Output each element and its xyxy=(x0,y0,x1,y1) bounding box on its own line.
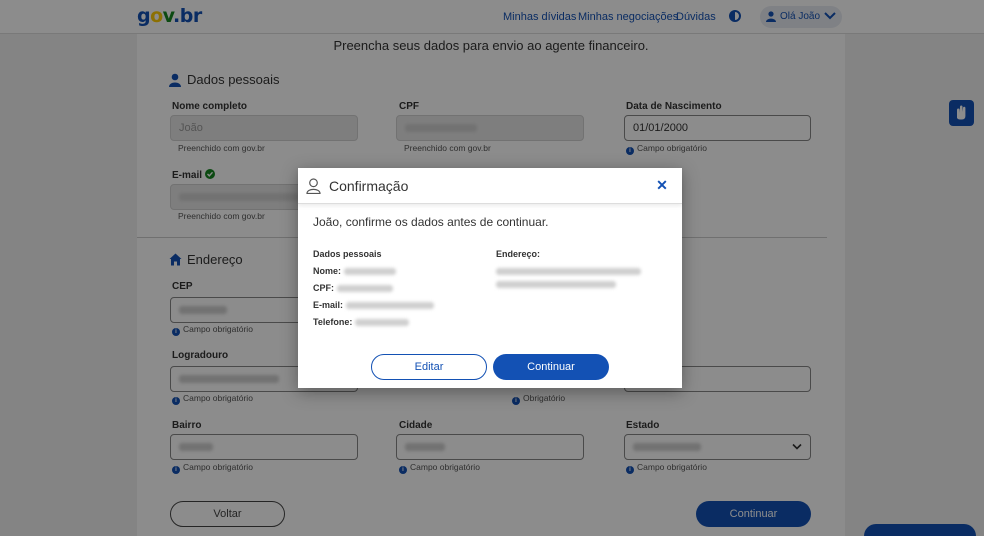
confirmation-modal: Confirmação ✕ João, confirme os dados an… xyxy=(298,168,682,388)
modal-name-row: Nome: xyxy=(313,266,397,276)
modal-address-line-2 xyxy=(496,279,616,289)
modal-header: Confirmação ✕ xyxy=(298,168,682,204)
modal-subtitle: João, confirme os dados antes de continu… xyxy=(313,215,549,229)
modal-email-row: E-mail: xyxy=(313,300,435,310)
modal-cpf-row: CPF: xyxy=(313,283,393,293)
modal-personal-title: Dados pessoais xyxy=(313,249,382,259)
person-icon xyxy=(306,178,321,194)
edit-button[interactable]: Editar xyxy=(371,354,487,380)
modal-address-title: Endereço: xyxy=(496,249,541,259)
modal-address-line-1 xyxy=(496,266,641,276)
modal-continue-button[interactable]: Continuar xyxy=(493,354,609,380)
modal-title: Confirmação xyxy=(329,178,409,194)
modal-phone-row: Telefone: xyxy=(313,317,410,327)
close-icon[interactable]: ✕ xyxy=(655,176,669,194)
